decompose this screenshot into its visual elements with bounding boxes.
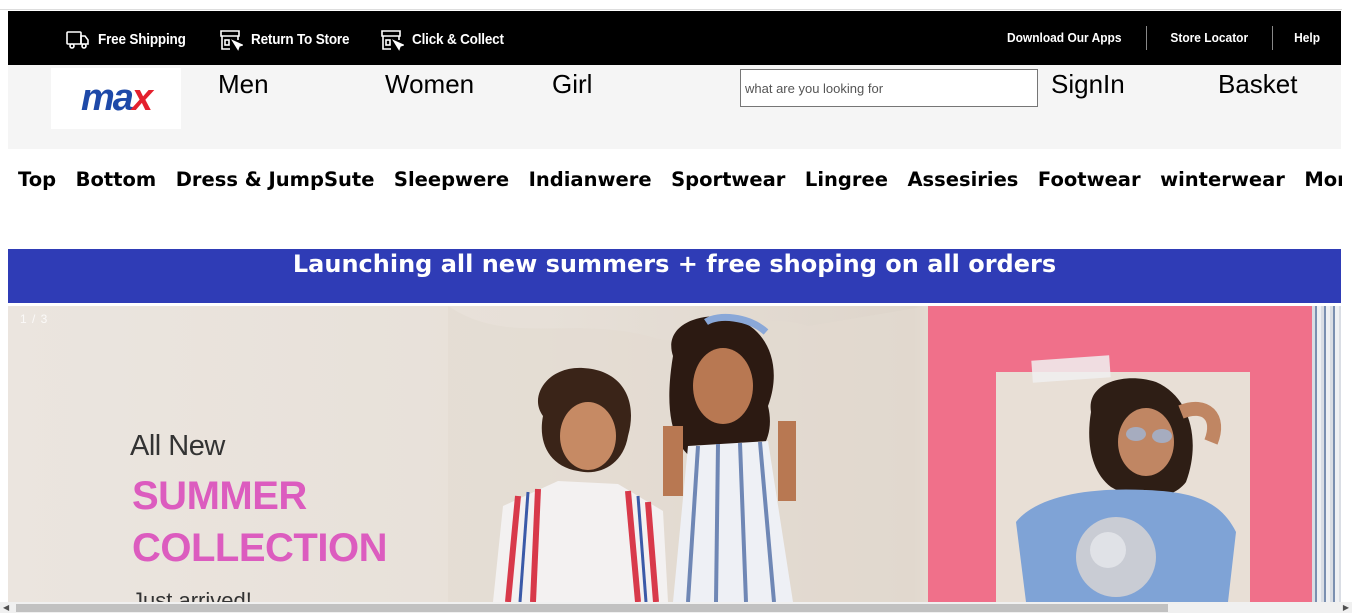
basket-link[interactable]: Basket: [1218, 69, 1298, 100]
free-shipping-link[interactable]: Free Shipping: [66, 27, 195, 51]
banner-line-just-arrived: Just arrived!: [132, 588, 252, 602]
store-return-icon: [220, 30, 243, 51]
category-sleepwear[interactable]: Sleepwere: [394, 168, 509, 191]
search-input[interactable]: [740, 69, 1038, 107]
truck-icon: [66, 31, 89, 49]
click-collect-link[interactable]: Click & Collect: [380, 27, 514, 51]
category-sportwear[interactable]: Sportwear: [671, 168, 785, 191]
download-apps-link[interactable]: Download Our Apps: [988, 26, 1139, 50]
logo-text: max: [80, 77, 153, 119]
horizontal-scrollbar[interactable]: ◀ ▶: [0, 602, 1352, 613]
signin-link[interactable]: SignIn: [1051, 69, 1125, 100]
category-winterwear[interactable]: winterwear: [1160, 168, 1285, 191]
scroll-left-arrow-icon[interactable]: ◀: [3, 603, 9, 612]
models-illustration: [448, 306, 928, 602]
category-dress-jumpsuit[interactable]: Dress & JumpSute: [176, 168, 375, 191]
main-header: max Men Women Girl SignIn Basket: [8, 65, 1341, 149]
category-top[interactable]: Top: [18, 168, 56, 191]
promo-text: Launching all new summers + free shoping…: [292, 250, 1057, 278]
max-logo[interactable]: max: [51, 68, 181, 129]
model-photo-illustration: [1016, 378, 1236, 602]
next-slide-peek: [1312, 306, 1341, 602]
nav-men[interactable]: Men: [218, 69, 269, 100]
return-to-store-label: Return To Store: [251, 30, 350, 48]
divider: [1271, 26, 1273, 50]
free-shipping-label: Free Shipping: [98, 30, 186, 48]
model-photo: [996, 372, 1250, 602]
promo-banner: Launching all new summers + free shoping…: [8, 249, 1341, 303]
banner-line-all-new: All New: [130, 430, 225, 462]
return-to-store-link[interactable]: Return To Store: [219, 27, 360, 51]
scroll-right-arrow-icon[interactable]: ▶: [1343, 603, 1349, 612]
utility-links: Download Our Apps Store Locator Help: [982, 11, 1341, 65]
nav-girl[interactable]: Girl: [552, 69, 592, 100]
category-indianwear[interactable]: Indianwere: [529, 168, 652, 191]
store-locator-link[interactable]: Store Locator: [1152, 26, 1267, 50]
nav-women[interactable]: Women: [385, 69, 474, 100]
hero-carousel[interactable]: 1 / 3 All New SUMMER COLLECTION Just arr…: [8, 306, 1341, 602]
help-link[interactable]: Help: [1276, 26, 1339, 50]
category-lingerie[interactable]: Lingree: [805, 168, 888, 191]
vertical-scroll-track[interactable]: [1342, 0, 1352, 602]
banner-line-collection: COLLECTION: [132, 526, 387, 570]
click-collect-label: Click & Collect: [412, 30, 504, 48]
category-footwear[interactable]: Footwear: [1038, 168, 1141, 191]
scroll-thumb[interactable]: [16, 604, 1168, 612]
category-bottom[interactable]: Bottom: [76, 168, 157, 191]
slide-counter: 1 / 3: [20, 312, 49, 326]
divider: [1146, 26, 1148, 50]
browser-top-edge: [0, 0, 1352, 10]
banner-line-summer: SUMMER: [132, 474, 307, 518]
category-nav: Top Bottom Dress & JumpSute Sleepwere In…: [18, 168, 1352, 191]
category-accessories[interactable]: Assesiries: [907, 168, 1018, 191]
store-collect-icon: [381, 30, 404, 51]
top-utility-bar: Free Shipping Return To Store Click & Co…: [8, 11, 1341, 65]
